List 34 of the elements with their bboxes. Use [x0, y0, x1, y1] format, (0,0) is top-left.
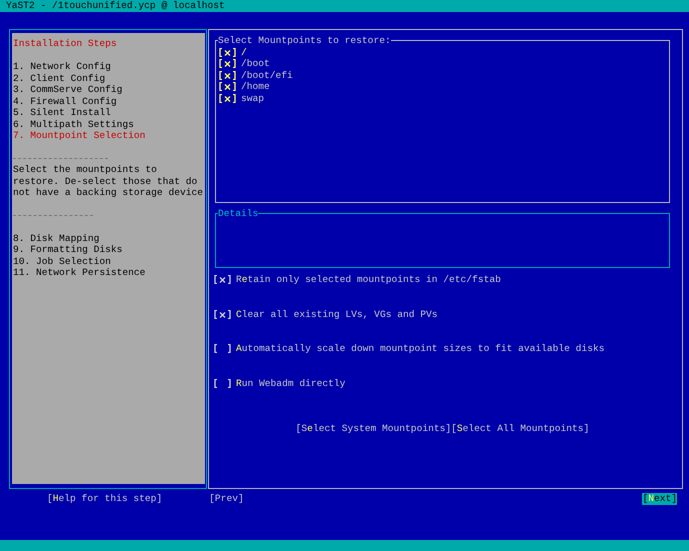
panel-heading: Installation Steps	[13, 38, 118, 50]
mountpoint-label[interactable]: /	[241, 46, 247, 58]
mountpoint-label[interactable]: /boot	[241, 58, 270, 70]
footer-button[interactable]: [Help for this step]	[47, 493, 162, 504]
footer-button[interactable]: [Prev]	[209, 493, 244, 504]
checkbox[interactable]	[214, 378, 231, 388]
frame-title: Select Mountpoints to restore:	[218, 35, 391, 46]
step-item: 6. Multipath Settings	[13, 118, 135, 130]
window-title: YaST2 - /1touchunified.ycp @ localhost	[6, 0, 225, 11]
select-button[interactable]: [Select System Mountpoints]	[296, 423, 452, 434]
checkbox-label[interactable]: Run Webadm directly	[236, 378, 346, 389]
step-item: 10. Job Selection	[13, 256, 112, 267]
checkbox-label[interactable]: Retain only selected mountpoints in /etc/fstab	[236, 274, 501, 286]
step-item: 1. Network Config	[13, 61, 112, 72]
step-item: 8. Disk Mapping	[13, 232, 100, 244]
checkbox[interactable]	[214, 275, 231, 284]
checkbox-label[interactable]: Automatically scale down mountpoint sizes to fit available disks	[236, 343, 604, 354]
mountpoint-label[interactable]: /home	[241, 81, 270, 92]
checkbox[interactable]	[214, 310, 231, 319]
step-item: 11. Network Persistence	[13, 267, 146, 278]
help-text: Select the mountpoints to restore. De-select those that do not have a backing storage device	[13, 164, 204, 198]
select-button[interactable]: [Select All Mountpoints]	[451, 423, 590, 434]
mountpoint-label[interactable]: /boot/efi	[241, 70, 293, 81]
mountpoint-label[interactable]: swap	[241, 92, 264, 104]
step-item: 5. Silent Install	[13, 107, 112, 118]
step-item: 7. Mountpoint Selection	[13, 130, 146, 142]
checkbox[interactable]	[214, 344, 231, 354]
footer-button[interactable]: [Next]	[642, 493, 677, 504]
step-item: 3. CommServe Config	[13, 84, 124, 96]
frame-title: Details	[218, 208, 258, 220]
step-item: 4. Firewall Config	[13, 96, 118, 107]
checkbox-label[interactable]: Clear all existing LVs, VGs and PVs	[236, 308, 438, 320]
step-item: 2. Client Config	[13, 72, 106, 84]
step-item: 9. Formatting Disks	[13, 244, 124, 256]
